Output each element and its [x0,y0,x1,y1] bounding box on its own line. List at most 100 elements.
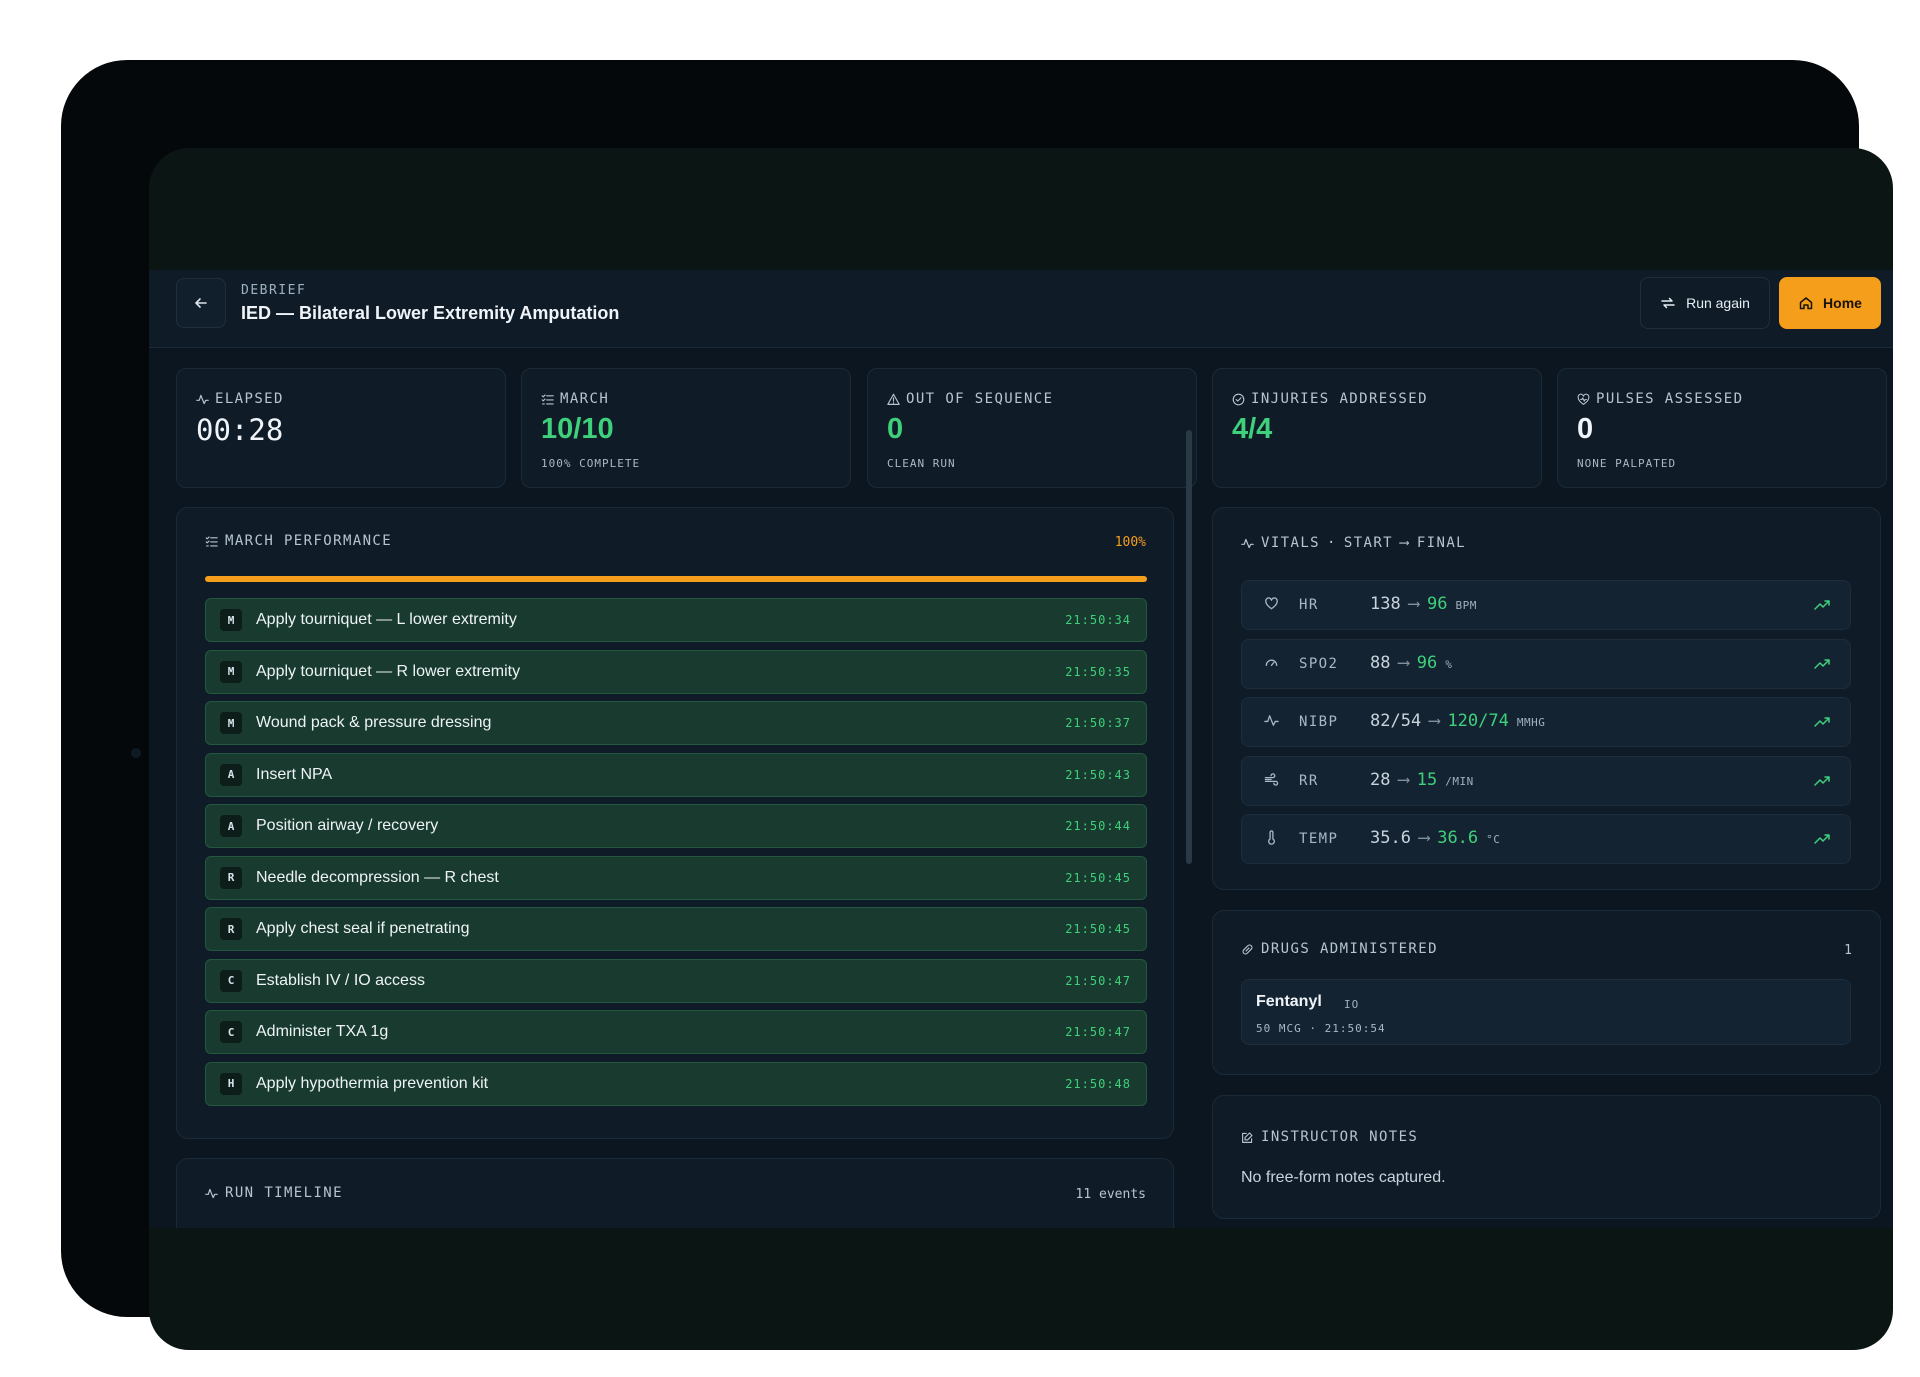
march-step-time: 21:50:34 [1065,613,1131,627]
march-percent: 100% [1114,535,1146,550]
vitals-title-final: FINAL [1416,535,1466,551]
run-again-button[interactable]: Run again [1640,277,1770,329]
march-step-text: Wound pack & pressure dressing [256,714,492,731]
debrief-app: DEBRIEF IED — Bilateral Lower Extremity … [149,270,1893,1228]
stat-label: ELAPSED [215,391,284,407]
home-label: Home [1823,295,1862,311]
stat-injuries-addressed: INJURIES ADDRESSED 4/4 [1212,368,1542,488]
vital-unit: % [1445,657,1453,671]
march-step-row: H Apply hypothermia prevention kit 21:50:4… [205,1061,1147,1106]
march-step-row: A Position airway / recovery 21:50:44 [205,804,1147,848]
vital-row-rr: RR 28 ⟶ 15/MIN [1241,755,1851,806]
activity-icon [205,1188,218,1198]
list-check-icon [205,535,218,547]
arrow-right-icon: ⟶ [1398,769,1409,790]
march-step-text: Needle decompression — R chest [256,868,499,886]
panel-title: MARCH PERFORMANCE [225,533,393,549]
march-step-row: M Apply tourniquet — L lower extremity 21:… [205,598,1147,642]
repeat-icon [1661,297,1675,309]
vital-final: 96 [1426,594,1448,614]
stat-value: 0 [887,413,904,445]
notes-text: No free-form notes captured. [1241,1169,1446,1186]
back-button[interactable] [176,278,226,328]
march-step-time: 21:50:37 [1065,716,1131,730]
march-step-text: Position airway / recovery [256,817,439,834]
gauge-icon [1265,659,1278,666]
vital-final: 36.6 [1437,828,1479,848]
stat-sub: 100% COMPLETE [541,457,641,470]
stat-label: MARCH [560,391,610,407]
stat-sub: NONE PALPATED [1577,457,1677,470]
march-performance-panel: MARCH PERFORMANCE 100% M Apply tourniquet… [176,507,1174,1139]
pulse-icon [1264,715,1279,726]
stat-march: MARCH 10/10 100% COMPLETE [521,368,851,488]
march-progress-bar [205,576,1147,582]
march-step-time: 21:50:45 [1065,870,1131,885]
march-step-row: R Apply chest seal if penetrating 21:50:45 [205,907,1147,951]
heart-pulse-icon [1577,393,1590,405]
stat-value: 4/4 [1232,413,1273,445]
march-step-text: Apply chest seal if penetrating [256,920,470,937]
march-phase-badge: M [220,660,242,683]
trend-up-icon [1814,658,1830,669]
timeline-count: 11 events [1075,1187,1146,1202]
check-circle-icon [1232,393,1245,405]
trend-up-icon [1814,600,1830,610]
thermometer-icon [1268,830,1275,845]
vitals-title-sep: · [1326,535,1337,551]
march-step-time: 21:50:43 [1065,767,1131,782]
march-phase-badge: H [220,1072,242,1095]
march-step-row: M Wound pack & pressure dressing 21:50:37 [205,701,1147,745]
trend-up-icon [1814,717,1830,727]
march-step-row: R Needle decompression — R chest 21:50:45 [205,855,1147,900]
panel-title: RUN TIMELINE [225,1185,343,1201]
vital-name: SPO2 [1299,655,1339,672]
breadcrumb: DEBRIEF [241,283,307,298]
drug-item: Fentanyl IO 50 MCG · 21:50:54 [1241,979,1851,1045]
vitals-panel: VITALS · START ⟶ FINAL HR 138 ⟶ 96 BPM SPO2 88… [1212,507,1881,890]
drug-dose-time: 50 MCG · 21:50:54 [1256,1022,1386,1035]
camera-dot [131,748,141,758]
stat-value: 10/10 [541,413,614,445]
vital-unit: MMHG [1516,716,1546,729]
vital-final: 15 [1416,769,1438,790]
scrollbar[interactable] [1186,430,1192,864]
stat-sub: CLEAN RUN [887,457,956,470]
drug-name: Fentanyl [1256,993,1322,1010]
drugs-panel: DRUGS ADMINISTERED 1 Fentanyl IO 50 MCG … [1212,910,1881,1075]
tablet-frame: DEBRIEF IED — Bilateral Lower Extremity … [61,60,1893,1350]
vital-name: RR [1299,772,1319,789]
march-step-text: Administer TXA 1g [256,1023,389,1040]
drug-route: IO [1344,998,1360,1011]
arrow-right-icon: ⟶ [1398,652,1409,673]
panel-title: INSTRUCTOR NOTES [1261,1129,1419,1145]
vital-unit: /MIN [1445,774,1474,788]
arrow-right-icon: ⟶ [1429,711,1440,731]
vital-name: HR [1299,597,1319,613]
vital-row-hr: HR 138 ⟶ 96 BPM [1241,580,1851,630]
vital-name: TEMP [1299,831,1339,847]
march-step-text: Apply tourniquet — R lower extremity [256,662,521,680]
activity-icon [196,394,209,404]
march-phase-badge: R [220,866,242,889]
warning-icon [887,393,900,405]
vital-start: 82/54 [1370,711,1422,731]
trend-up-icon [1814,834,1830,844]
march-phase-badge: A [220,815,242,837]
stat-out-of-sequence: OUT OF SEQUENCE 0 CLEAN RUN [867,368,1197,488]
march-step-row: M Apply tourniquet — R lower extremity 21:… [205,649,1147,694]
march-step-time: 21:50:47 [1065,973,1131,988]
activity-icon [1241,538,1254,548]
march-step-time: 21:50:48 [1065,1076,1131,1091]
vital-start: 88 [1370,652,1391,673]
stat-label: INJURIES ADDRESSED [1251,391,1428,407]
list-check-icon [541,393,554,405]
march-step-text: Apply tourniquet — L lower extremity [256,611,517,628]
stat-value: 00:28 [196,413,284,447]
instructor-notes-panel: INSTRUCTOR NOTES No free-form notes capt… [1212,1095,1881,1219]
home-button[interactable]: Home [1779,277,1881,329]
run-again-label: Run again [1686,295,1750,311]
heart-icon [1265,597,1278,610]
page-title: IED — Bilateral Lower Extremity Amputati… [241,303,620,323]
vital-final: 96 [1416,652,1438,673]
